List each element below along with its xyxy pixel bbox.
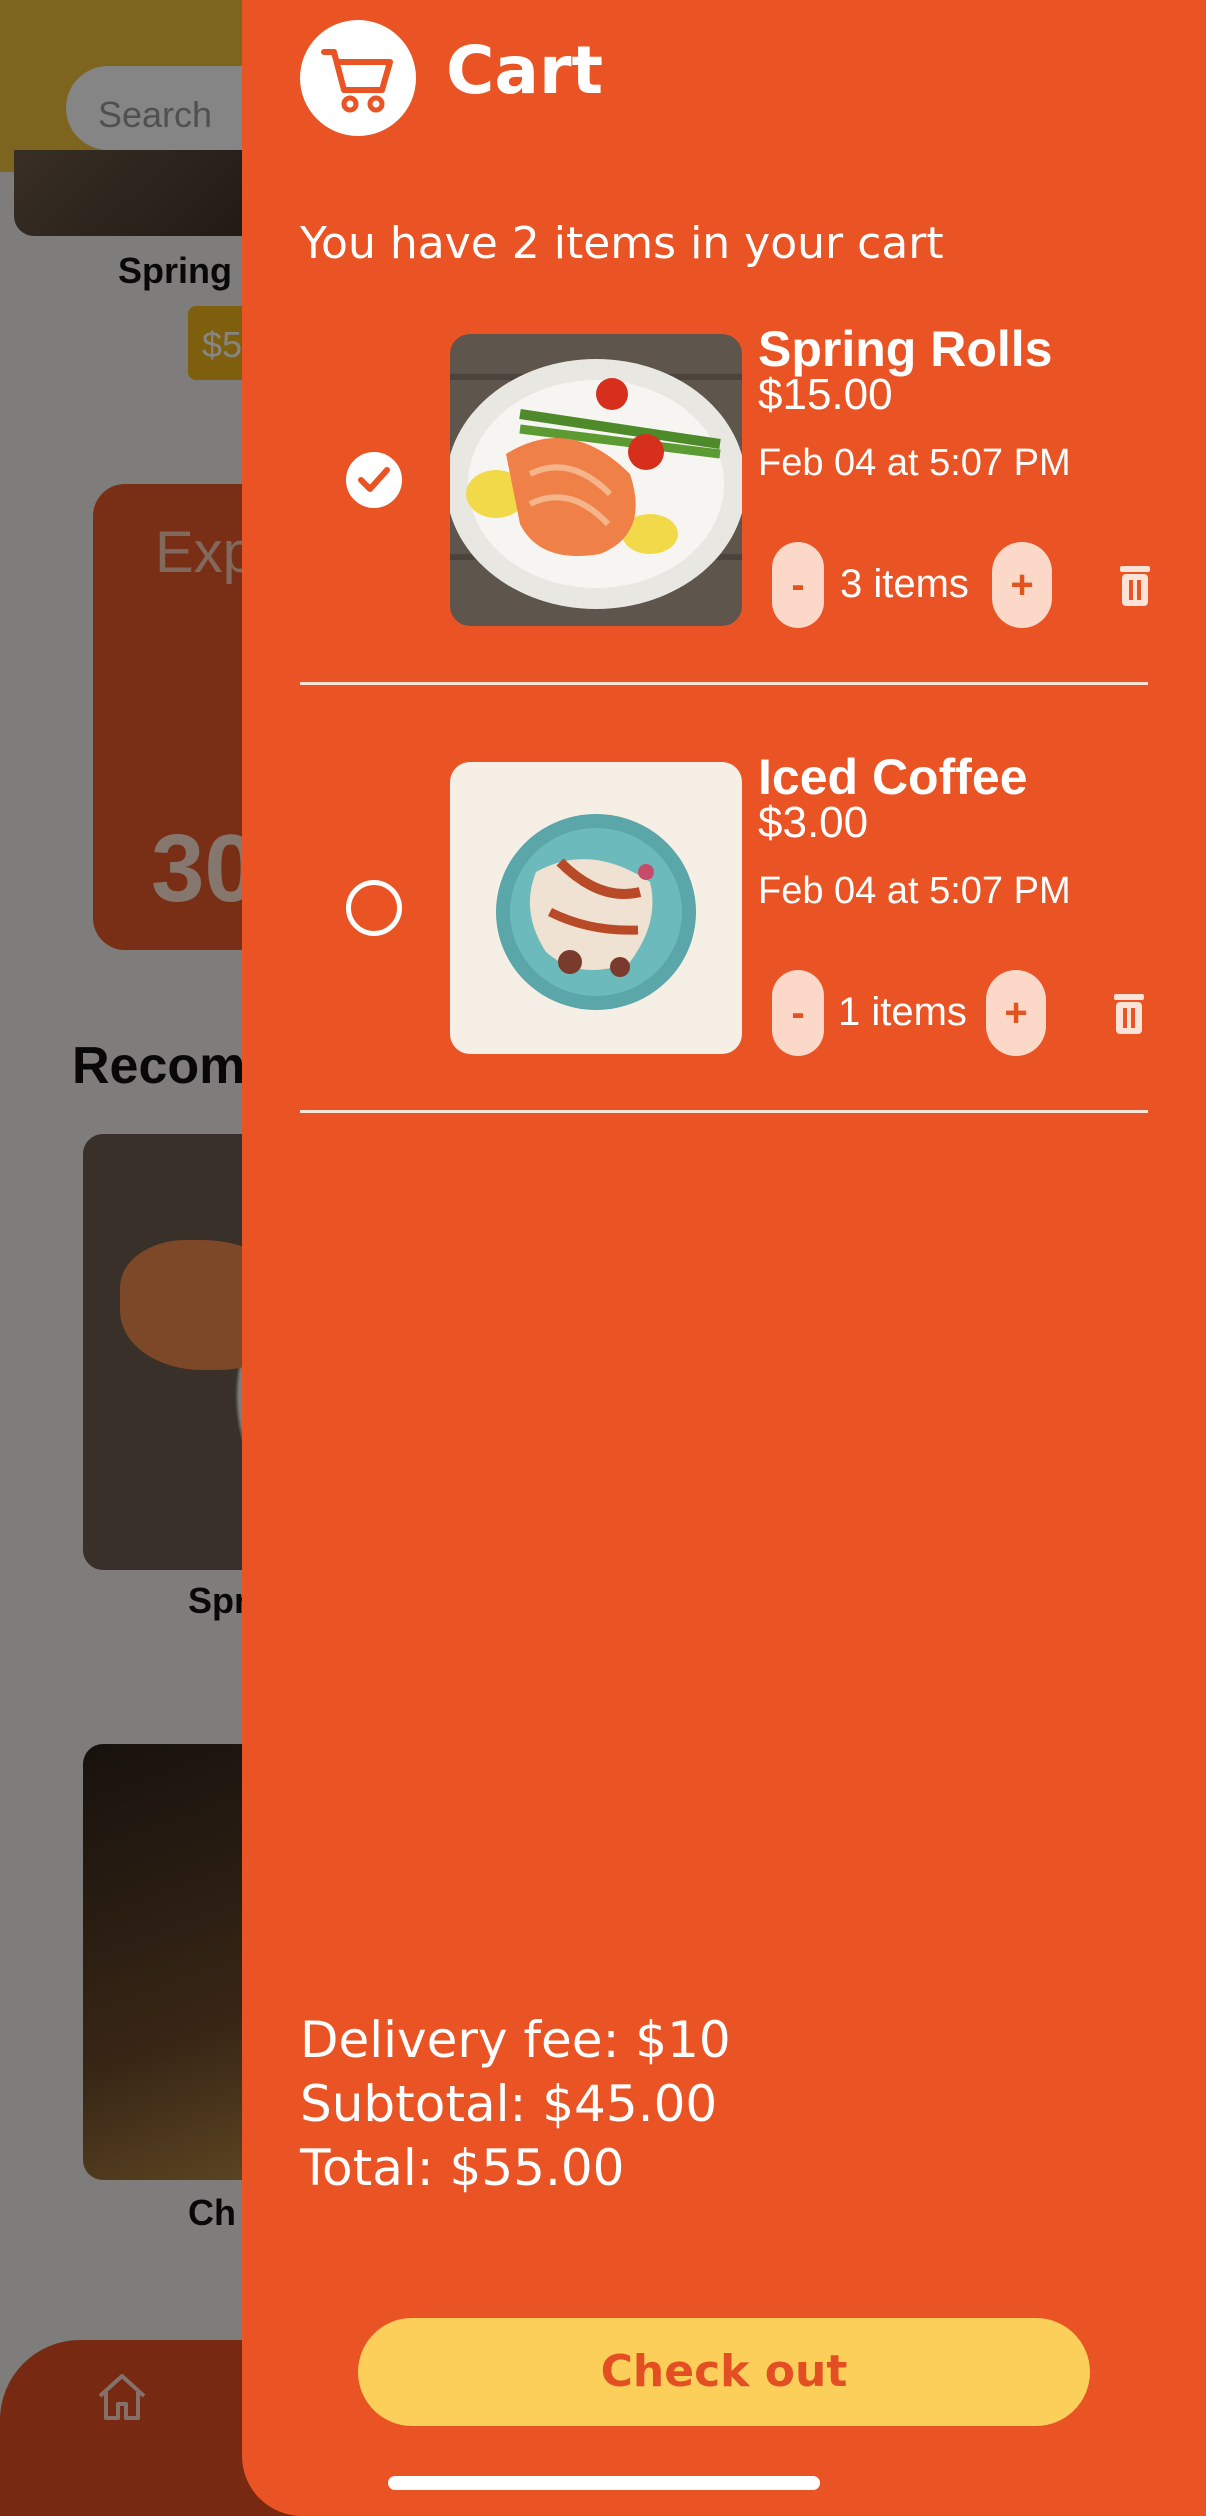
cart-drawer: Cart You have 2 items in your cart Sprin… — [242, 0, 1206, 2516]
cart-summary: You have 2 items in your cart — [300, 218, 944, 269]
delivery-fee: Delivery fee: $10 — [300, 2011, 731, 2069]
quantity-label: 3 items — [840, 562, 969, 606]
cart-logo — [300, 20, 416, 136]
increase-quantity-button[interactable]: + — [992, 542, 1052, 628]
checkout-button[interactable]: Check out — [358, 2318, 1090, 2426]
trash-icon[interactable] — [1112, 992, 1146, 1036]
item-date: Feb 04 at 5:07 PM — [758, 870, 1071, 912]
decrease-quantity-button[interactable]: - — [772, 542, 824, 628]
salmon-dish-image — [450, 334, 742, 626]
cart-title: Cart — [446, 32, 604, 109]
increase-quantity-button[interactable]: + — [986, 970, 1046, 1056]
item-select-checkbox[interactable] — [346, 880, 402, 936]
trash-icon[interactable] — [1118, 564, 1152, 608]
item-select-checkbox[interactable] — [346, 452, 402, 508]
item-image — [450, 334, 742, 626]
cart-item: Spring Rolls $15.00 Feb 04 at 5:07 PM - … — [242, 320, 1206, 740]
quantity-label: 1 items — [838, 990, 967, 1034]
chicken-dish-image — [450, 762, 742, 1054]
item-price: $15.00 — [758, 370, 893, 419]
check-icon — [358, 467, 390, 492]
subtotal: Subtotal: $45.00 — [300, 2075, 718, 2133]
item-divider — [300, 682, 1148, 685]
total: Total: $55.00 — [300, 2139, 625, 2197]
order-totals: Delivery fee: $10 Subtotal: $45.00 Total… — [300, 2008, 731, 2200]
cart-item: Iced Coffee $3.00 Feb 04 at 5:07 PM - 1 … — [242, 748, 1206, 1168]
item-divider — [300, 1110, 1148, 1113]
item-price: $3.00 — [758, 798, 869, 847]
item-date: Feb 04 at 5:07 PM — [758, 442, 1071, 484]
item-image — [450, 762, 742, 1054]
decrease-quantity-button[interactable]: - — [772, 970, 824, 1056]
cart-icon — [321, 49, 393, 113]
home-indicator — [388, 2476, 820, 2490]
